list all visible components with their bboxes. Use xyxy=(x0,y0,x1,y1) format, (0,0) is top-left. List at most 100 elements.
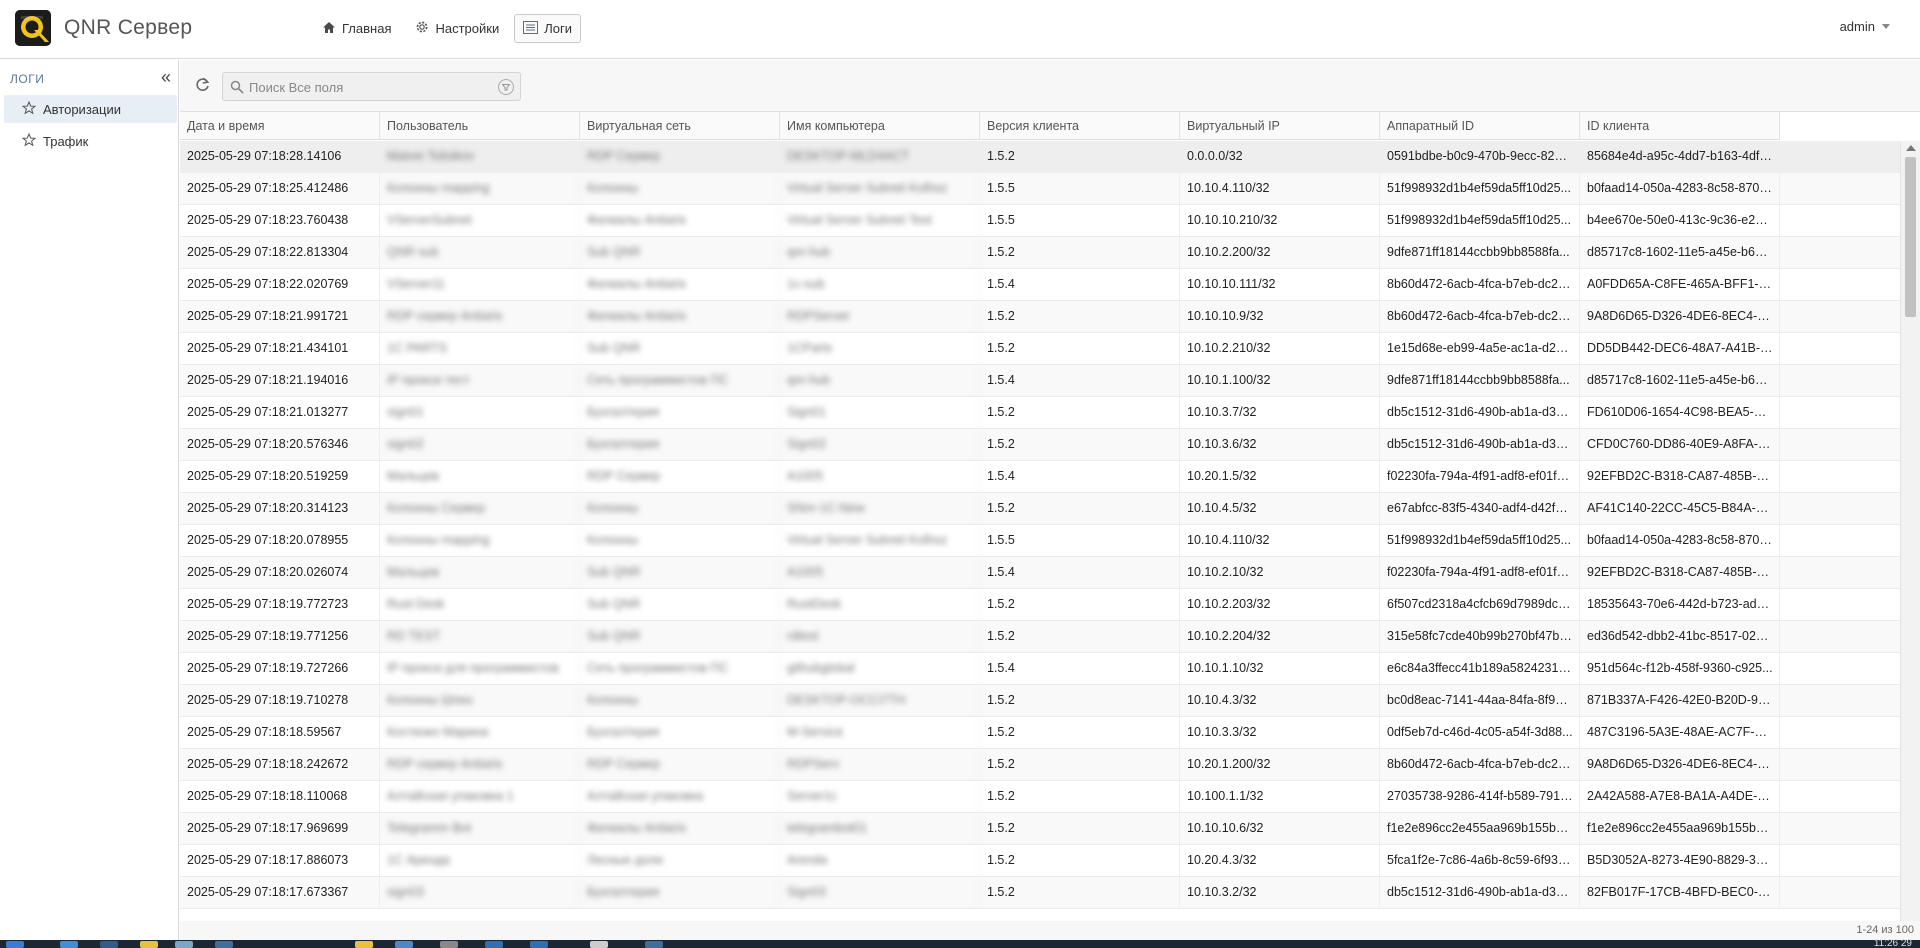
table-cell: 2025-05-29 07:18:18.242672 xyxy=(180,749,380,780)
table-cell: 871B337A-F426-42E0-B20D-91F... xyxy=(1580,685,1780,716)
column-header[interactable]: Дата и время xyxy=(180,112,380,140)
sidebar-item-traffic[interactable]: Трафик xyxy=(4,127,177,155)
table-row[interactable]: 2025-05-29 07:18:18.59567 Костенко Марина… xyxy=(180,717,1900,749)
table-row[interactable]: 2025-05-29 07:18:20.576346 sign02 Бухгалте… xyxy=(180,429,1900,461)
column-header[interactable]: Версия клиента xyxy=(980,112,1180,140)
table-cell: 10.10.2.210/32 xyxy=(1180,333,1380,364)
nav-settings-label: Настройки xyxy=(435,21,500,36)
column-header[interactable]: Виртуальный IP xyxy=(1180,112,1380,140)
table-cell: Алтайская упаковка xyxy=(580,781,780,812)
sidebar-item-label: Авторизации xyxy=(43,101,121,117)
column-header[interactable]: Виртуальная сеть xyxy=(580,112,780,140)
table-cell: 1.5.4 xyxy=(980,557,1180,588)
table-row[interactable]: 2025-05-29 07:18:18.110068 Алтайская упак… xyxy=(180,781,1900,813)
table-row[interactable]: 2025-05-29 07:18:25.412486 Колонны mappin… xyxy=(180,173,1900,205)
column-header[interactable]: Пользователь xyxy=(380,112,580,140)
taskbar-app-icon[interactable] xyxy=(215,941,233,948)
taskbar-app-icon[interactable] xyxy=(355,941,373,948)
sidebar-item-auth[interactable]: Авторизации xyxy=(4,95,177,123)
table-cell: Virtual Server Subnet Test xyxy=(780,205,980,236)
table-row[interactable]: 2025-05-29 07:18:20.314123 Колонны Сервер… xyxy=(180,493,1900,525)
refresh-icon[interactable] xyxy=(192,74,214,96)
column-header[interactable]: ID клиента xyxy=(1580,112,1780,140)
taskbar-app-icon[interactable] xyxy=(100,941,118,948)
table-row[interactable]: 2025-05-29 07:18:20.026074 Мальцев Sub QNR… xyxy=(180,557,1900,589)
filter-icon[interactable] xyxy=(498,79,514,95)
table-cell: Филиалы Antiaris xyxy=(580,269,780,300)
table-cell: 85684e4d-a95c-4dd7-b163-4df0... xyxy=(1580,141,1780,172)
table-row[interactable]: 2025-05-29 07:18:22.813304 QNR sub Sub QNR… xyxy=(180,237,1900,269)
table-cell: Virtual Server Subnet Kolhoz xyxy=(780,173,980,204)
table-row[interactable]: 2025-05-29 07:18:19.727266 IP прокси для … xyxy=(180,653,1900,685)
taskbar-app-icon[interactable] xyxy=(440,941,458,948)
taskbar-app-icon[interactable] xyxy=(60,941,78,948)
taskbar-app-icon[interactable] xyxy=(140,941,158,948)
table-cell: 1.5.2 xyxy=(980,429,1180,460)
table-row[interactable]: 2025-05-29 07:18:20.078955 Колонны mappin… xyxy=(180,525,1900,557)
table-cell: 1.5.2 xyxy=(980,237,1180,268)
table-row[interactable]: 2025-05-29 07:18:17.673367 sign03 Бухгалте… xyxy=(180,877,1900,909)
table-row[interactable]: 2025-05-29 07:18:17.886073 1С Аренда Лесны… xyxy=(180,845,1900,877)
table-row[interactable]: 2025-05-29 07:18:21.194016 IP прокси тест… xyxy=(180,365,1900,397)
taskbar-app-icon[interactable] xyxy=(485,941,503,948)
table-row[interactable]: 2025-05-29 07:18:21.434101 1C PARTS Sub QN… xyxy=(180,333,1900,365)
table-cell: b4ee670e-50e0-413c-9c36-e26f... xyxy=(1580,205,1780,236)
scroll-thumb[interactable] xyxy=(1905,157,1916,317)
table-cell: qnr-hub xyxy=(780,237,980,268)
table-cell: Rust Desk xyxy=(380,589,580,620)
table-row[interactable]: 2025-05-29 07:18:17.969699 Telegramm Bot Ф… xyxy=(180,813,1900,845)
table-row[interactable]: 2025-05-29 07:18:20.519259 Мальцев RDP Сер… xyxy=(180,461,1900,493)
column-header[interactable]: Аппаратный ID xyxy=(1380,112,1580,140)
table-row[interactable]: 2025-05-29 07:18:19.771256 RD TEST Sub QNR… xyxy=(180,621,1900,653)
table-row[interactable]: 2025-05-29 07:18:19.710278 Колонны Шпиз Ко… xyxy=(180,685,1900,717)
table-cell: 2025-05-29 07:18:22.813304 xyxy=(180,237,380,268)
table-cell: Бухгалтерия xyxy=(580,717,780,748)
table-cell: f1e2e896cc2e455aa969b155b4... xyxy=(1380,813,1580,844)
table-cell: 1.5.4 xyxy=(980,269,1180,300)
table-cell: Колонны Сервер xyxy=(380,493,580,524)
table-cell: RDP Сервер xyxy=(580,141,780,172)
table-cell: Сеть программистов ПС xyxy=(580,365,780,396)
taskbar-app-icon[interactable] xyxy=(590,941,608,948)
table-cell: 51f998932d1b4ef59da5ff10d25... xyxy=(1380,525,1580,556)
table-row[interactable]: 2025-05-29 07:18:19.772723 Rust Desk Sub Q… xyxy=(180,589,1900,621)
vertical-scrollbar[interactable] xyxy=(1900,141,1920,921)
table-body: 2025-05-29 07:18:28.14106 Matvei Tsitsiko… xyxy=(180,141,1900,909)
taskbar-app-icon[interactable] xyxy=(530,941,548,948)
taskbar-app-icon[interactable] xyxy=(645,941,663,948)
qnr-logo[interactable] xyxy=(15,10,51,46)
nav-home[interactable]: Главная xyxy=(313,14,400,43)
table-cell: 1.5.2 xyxy=(980,333,1180,364)
table-cell: 10.10.1.100/32 xyxy=(1180,365,1380,396)
list-icon xyxy=(523,20,544,37)
start-icon[interactable] xyxy=(6,941,24,948)
table-row[interactable]: 2025-05-29 07:18:23.760438 VServerSubnet Ф… xyxy=(180,205,1900,237)
table-cell: IP прокси для программистов xyxy=(380,653,580,684)
table-cell: 10.10.3.7/32 xyxy=(1180,397,1380,428)
user-menu[interactable]: admin xyxy=(1840,19,1890,34)
table-row[interactable]: 2025-05-29 07:18:21.013277 sign01 Бухгалте… xyxy=(180,397,1900,429)
table-cell: f02230fa-794a-4f91-adf8-ef01f1... xyxy=(1380,461,1580,492)
table-cell: 10.10.4.5/32 xyxy=(1180,493,1380,524)
scroll-up-icon[interactable] xyxy=(1906,145,1916,151)
search-input[interactable] xyxy=(249,77,484,97)
table-row[interactable]: 2025-05-29 07:18:28.14106 Matvei Tsitsiko… xyxy=(180,141,1900,173)
column-header[interactable]: Имя компьютера xyxy=(780,112,980,140)
taskbar-app-icon[interactable] xyxy=(175,941,193,948)
table-cell: 1C PARTS xyxy=(380,333,580,364)
nav-settings[interactable]: Настройки xyxy=(406,14,508,43)
table-row[interactable]: 2025-05-29 07:18:22.020769 VServer11 Филиа… xyxy=(180,269,1900,301)
nav-logs[interactable]: Логи xyxy=(514,14,581,43)
sidebar: Логи « Авторизации Трафик xyxy=(0,60,179,940)
table-cell: Филиалы Antiaris xyxy=(580,301,780,332)
table-cell: 2025-05-29 07:18:20.026074 xyxy=(180,557,380,588)
table-cell: 1.5.2 xyxy=(980,397,1180,428)
collapse-sidebar-icon[interactable]: « xyxy=(161,68,171,86)
table-cell: Matvei Tsitsikov xyxy=(380,141,580,172)
table-cell: sign03 xyxy=(380,877,580,908)
taskbar-app-icon[interactable] xyxy=(395,941,413,948)
table-cell: 2025-05-29 07:18:28.14106 xyxy=(180,141,380,172)
table-row[interactable]: 2025-05-29 07:18:18.242672 RDP сервер Ant… xyxy=(180,749,1900,781)
table-row[interactable]: 2025-05-29 07:18:21.991721 RDP сервер Ant… xyxy=(180,301,1900,333)
table-cell: 5fca1f2e-7c86-4a6b-8c59-6f93a... xyxy=(1380,845,1580,876)
